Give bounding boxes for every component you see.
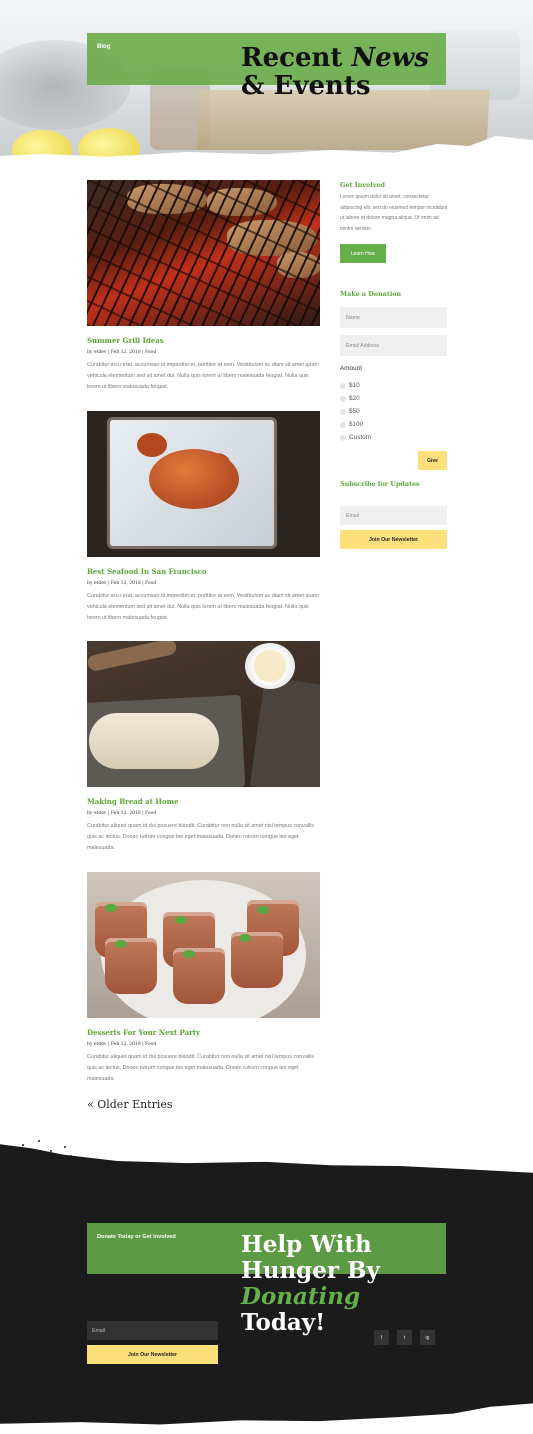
email-address-field[interactable]: Email Address [340,335,447,356]
footer-brush-edge [0,1144,533,1182]
footer-title: Help With Hunger By Donating Today! [241,1231,380,1336]
radio-icon [340,408,346,415]
amount-option-50[interactable]: $50 [340,408,360,415]
amount-option-custom[interactable]: Custom [340,434,371,441]
post-card: Desserts For Your Next Party by etdev | … [87,872,320,1085]
radio-icon [340,395,346,402]
get-involved-text: Lorem ipsum dolor sit amet, consectetur … [340,194,448,232]
post-excerpt: Curabitur arcu erat, accumsan id imperdi… [87,593,319,621]
radio-icon [340,421,346,428]
page-title: Recent News & Events [241,43,429,101]
post-meta: by etdev | Feb 12, 2018 | Food [87,811,157,816]
post-meta: by etdev | Feb 12, 2018 | Food [87,350,157,355]
post-excerpt: Curabitur aliquet quam id dui posuere bl… [87,823,315,851]
post-image[interactable] [87,641,320,787]
post-excerpt: Curabitur arcu erat, accumsan id imperdi… [87,362,319,390]
older-entries-link[interactable]: « Older Entries [87,1098,173,1111]
amount-option-100[interactable]: $100 [340,421,363,428]
post-image[interactable] [87,411,320,557]
post-meta: by etdev | Feb 12, 2018 | Food [87,1042,157,1047]
hero-label: Blog [97,44,111,50]
radio-icon [340,434,346,441]
post-card: Making Bread at Home by etdev | Feb 12, … [87,641,320,854]
get-involved-heading: Get Involved [340,181,385,189]
name-field[interactable]: Name [340,307,447,328]
post-title-link[interactable]: Summer Grill Ideas [87,336,320,345]
post-title-link[interactable]: Desserts For Your Next Party [87,1028,320,1037]
subscribe-heading: Subscribe for Updates [340,480,420,488]
instagram-icon[interactable]: ig [420,1330,435,1345]
footer-email-field[interactable]: Email [87,1321,218,1340]
post-image[interactable] [87,872,320,1018]
facebook-icon[interactable]: f [374,1330,389,1345]
post-meta: by etdev | Feb 12, 2018 | Food [87,581,157,586]
post-excerpt: Curabitur aliquet quam id dui posuere bl… [87,1054,315,1082]
post-card: Summer Grill Ideas by etdev | Feb 12, 20… [87,180,320,393]
post-card: Best Seafood In San Francisco by etdev |… [87,411,320,624]
twitter-icon[interactable]: t [397,1330,412,1345]
footer-join-newsletter-button[interactable]: Join Our Newsletter [87,1345,218,1364]
post-title-link[interactable]: Making Bread at Home [87,797,320,806]
join-newsletter-button[interactable]: Join Our Newsletter [340,530,447,549]
subscribe-email-field[interactable]: Email [340,506,447,525]
amount-label: Amount [340,365,363,372]
post-title-link[interactable]: Best Seafood In San Francisco [87,567,320,576]
amount-option-20[interactable]: $20 [340,395,360,402]
footer-label: Donate Today or Get Involved [97,1234,176,1240]
donation-heading: Make a Donation [340,290,402,298]
learn-how-button[interactable]: Learn How [340,244,386,263]
amount-option-10[interactable]: $10 [340,382,360,389]
post-image[interactable] [87,180,320,326]
give-button[interactable]: Give [418,451,447,470]
radio-icon [340,382,346,389]
